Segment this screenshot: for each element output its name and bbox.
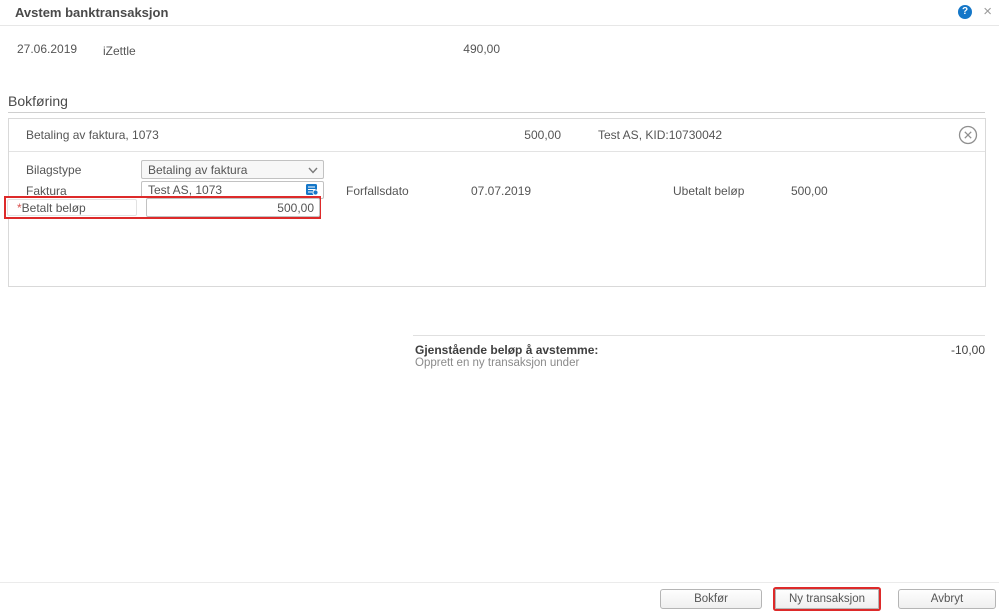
remaining-amount-value: -10,00	[950, 343, 985, 357]
transaction-date: 27.06.2019	[17, 42, 78, 56]
avbryt-button[interactable]: Avbryt	[898, 589, 996, 609]
transaction-amount: 490,00	[463, 42, 500, 56]
footer-divider	[0, 582, 999, 583]
transaction-description: iZettle	[103, 44, 136, 58]
remove-entry-icon[interactable]	[958, 125, 978, 145]
ny-transaksjon-button[interactable]: Ny transaksjon	[775, 589, 879, 609]
forfallsdato-label: Forfallsdato	[346, 184, 409, 198]
bilagstype-label: Bilagstype	[26, 163, 82, 177]
booking-entry-panel: Betaling av faktura, 1073 500,00 Test AS…	[4, 118, 986, 287]
betalt-belop-label-box: *Betalt beløp	[7, 199, 137, 216]
ubetalt-belop-label: Ubetalt beløp	[673, 184, 745, 198]
dialog-header: Avstem banktransaksjon ? ×	[0, 0, 999, 26]
close-icon[interactable]: ×	[983, 3, 992, 21]
betalt-belop-label: Betalt beløp	[21, 201, 86, 215]
betalt-belop-input[interactable]	[146, 198, 320, 217]
summary-divider	[413, 335, 985, 336]
reconcile-bank-transaction-dialog: Avstem banktransaksjon ? × 27.06.2019 iZ…	[0, 0, 999, 614]
dialog-title: Avstem banktransaksjon	[15, 5, 169, 20]
betalt-belop-field-wrap	[146, 198, 320, 217]
entry-title: Betaling av faktura, 1073	[26, 128, 159, 142]
bokfor-button[interactable]: Bokfør	[660, 589, 762, 609]
entry-header: Betaling av faktura, 1073 500,00 Test AS…	[9, 119, 985, 152]
invoice-lookup-icon[interactable]	[305, 183, 320, 197]
remaining-amount-label: Gjenstående beløp å avstemme:	[415, 343, 599, 357]
bilagstype-select[interactable]: Betaling av faktura	[141, 160, 324, 179]
section-divider	[8, 112, 985, 113]
ubetalt-belop-value: 500,00	[791, 184, 828, 198]
bilagstype-selected-value: Betaling av faktura	[148, 163, 248, 177]
chevron-down-icon	[308, 167, 318, 174]
forfallsdato-value: 07.07.2019	[471, 184, 532, 198]
betalt-belop-row-highlight: *Betalt beløp	[4, 196, 321, 219]
bokforing-section-title: Bokføring	[8, 93, 68, 109]
help-icon[interactable]: ?	[958, 5, 972, 19]
entry-amount: 500,00	[524, 128, 561, 142]
remaining-amount-hint: Opprett en ny transaksjon under	[415, 357, 580, 369]
entry-details: Test AS, KID:10730042	[598, 128, 723, 142]
